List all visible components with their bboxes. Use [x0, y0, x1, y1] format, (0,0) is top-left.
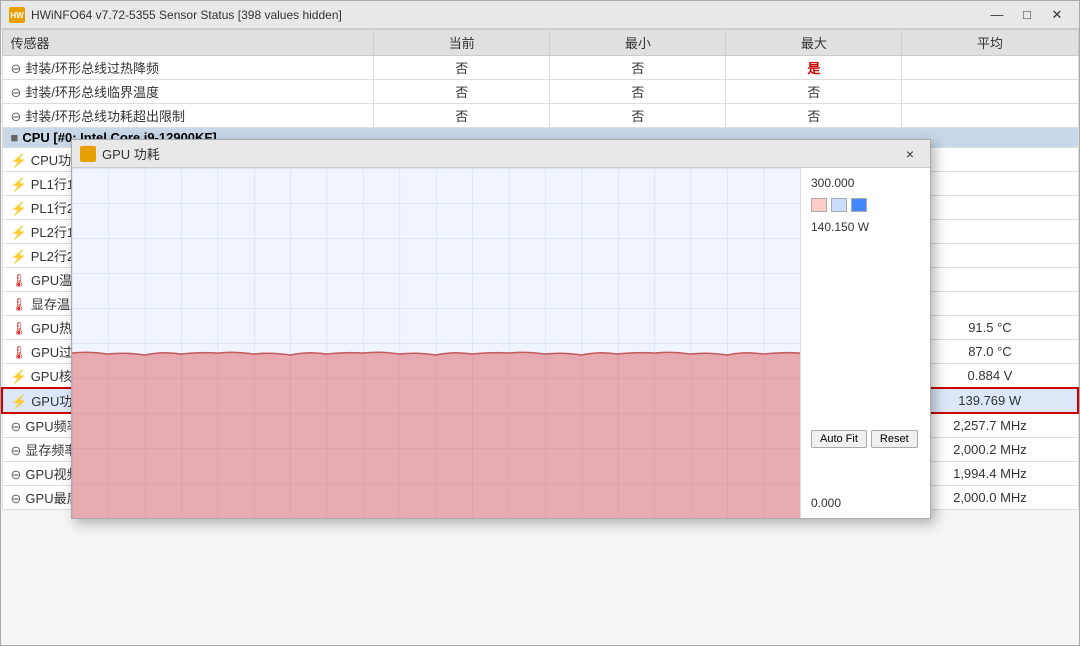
- maximize-button[interactable]: □: [1013, 5, 1041, 25]
- col-header-sensor: 传感器: [2, 30, 374, 56]
- popup-title-left: GPU 功耗: [80, 144, 160, 163]
- chart-legend: [811, 198, 920, 212]
- sensor-min-cell: 否: [550, 104, 726, 128]
- minus-icon: ⊖: [11, 109, 22, 125]
- legend-blue: [851, 198, 867, 212]
- gpu-power-popup: GPU 功耗 ×: [71, 139, 931, 519]
- sensor-name-text: PL2行2: [31, 249, 74, 264]
- col-header-max: 最大: [726, 30, 902, 56]
- chart-svg: [72, 168, 800, 518]
- chart-buttons: Auto Fit Reset: [811, 430, 920, 448]
- sensor-name-text: 显存频率: [25, 443, 77, 458]
- sensor-current-cell: 否: [374, 80, 550, 104]
- minus-icon: ⊖: [11, 467, 22, 483]
- fire-icon: ⚡: [11, 394, 27, 409]
- sensor-max-cell: 否: [726, 80, 902, 104]
- minus-icon: ⊖: [11, 443, 22, 459]
- col-header-current: 当前: [374, 30, 550, 56]
- fire-icon: ⚡: [11, 201, 27, 216]
- minimize-button[interactable]: —: [983, 5, 1011, 25]
- fire-icon: ⚡: [11, 153, 27, 168]
- sensor-name-text: PL2行1: [31, 225, 74, 240]
- max-red-value: 是: [807, 61, 820, 76]
- app-icon: HW: [9, 7, 25, 23]
- minus-icon: ⊖: [11, 61, 22, 77]
- auto-fit-button[interactable]: Auto Fit: [811, 430, 867, 448]
- sensor-name-text: 封装/环形总线临界温度: [25, 85, 159, 100]
- title-bar: HW HWiNFO64 v7.72-5355 Sensor Status [39…: [1, 1, 1079, 29]
- minus-icon: ⊖: [11, 491, 22, 507]
- fire-icon: ⚡: [11, 225, 27, 240]
- sensor-name-cell: ⊖封装/环形总线功耗超出限制: [2, 104, 374, 128]
- sensor-max-cell: 否: [726, 104, 902, 128]
- table-row[interactable]: ⊖封装/环形总线临界温度否否否: [2, 80, 1078, 104]
- sensor-avg-cell: [902, 104, 1078, 128]
- sensor-min-cell: 否: [550, 80, 726, 104]
- window-controls: — □ ✕: [983, 5, 1071, 25]
- chart-max-value: 300.000: [811, 176, 920, 190]
- window-title: HWiNFO64 v7.72-5355 Sensor Status [398 v…: [31, 8, 342, 22]
- sensor-name-text: 封装/环形总线功耗超出限制: [25, 109, 185, 124]
- sensor-name-text: PL1行2: [31, 201, 74, 216]
- sensor-name-cell: ⊖封装/环形总线过热降频: [2, 56, 374, 80]
- fire-icon: ⚡: [11, 249, 27, 264]
- table-row[interactable]: ⊖封装/环形总线功耗超出限制否否否: [2, 104, 1078, 128]
- popup-title-bar: GPU 功耗 ×: [72, 140, 930, 168]
- chart-right-panel: 300.000 140.150 W Auto Fit Reset 0.000: [800, 168, 930, 518]
- sensor-min-cell: 否: [550, 56, 726, 80]
- chart-area: [72, 168, 800, 518]
- title-bar-left: HW HWiNFO64 v7.72-5355 Sensor Status [39…: [9, 7, 342, 23]
- fire-icon: ⚡: [11, 369, 27, 384]
- popup-body: 300.000 140.150 W Auto Fit Reset 0.000: [72, 168, 930, 518]
- col-header-min: 最小: [550, 30, 726, 56]
- svg-text:HW: HW: [10, 11, 24, 20]
- legend-pink: [811, 198, 827, 212]
- main-window: HW HWiNFO64 v7.72-5355 Sensor Status [39…: [0, 0, 1080, 646]
- thermo-icon: 🌡: [11, 297, 28, 312]
- fire-icon: ⚡: [11, 177, 27, 192]
- thermo-icon: 🌡: [11, 321, 28, 336]
- sensor-name-text: PL1行1: [31, 177, 74, 192]
- legend-blue-light: [831, 198, 847, 212]
- sensor-current-cell: 否: [374, 56, 550, 80]
- section-collapse-icon[interactable]: ■: [11, 130, 19, 145]
- popup-app-icon: [80, 146, 96, 162]
- thermo-icon: 🌡: [11, 273, 28, 288]
- col-header-avg: 平均: [902, 30, 1078, 56]
- sensor-avg-cell: [902, 56, 1078, 80]
- thermo-icon: 🌡: [11, 345, 28, 360]
- minus-icon: ⊖: [11, 85, 22, 101]
- sensor-max-cell: 是: [726, 56, 902, 80]
- minus-icon: ⊖: [11, 419, 22, 435]
- sensor-name-cell: ⊖封装/环形总线临界温度: [2, 80, 374, 104]
- reset-button[interactable]: Reset: [871, 430, 918, 448]
- chart-current-value: 140.150 W: [811, 220, 920, 234]
- sensor-avg-cell: [902, 80, 1078, 104]
- content-area: 传感器 当前 最小 最大 平均 ⊖封装/环形总线过热降频否否是⊖封装/环形总线临…: [1, 29, 1079, 645]
- popup-title: GPU 功耗: [102, 144, 160, 163]
- close-button[interactable]: ✕: [1043, 5, 1071, 25]
- table-row[interactable]: ⊖封装/环形总线过热降频否否是: [2, 56, 1078, 80]
- sensor-current-cell: 否: [374, 104, 550, 128]
- popup-close-button[interactable]: ×: [898, 144, 922, 164]
- sensor-name-text: 封装/环形总线过热降频: [25, 61, 159, 76]
- chart-min-value: 0.000: [811, 496, 920, 510]
